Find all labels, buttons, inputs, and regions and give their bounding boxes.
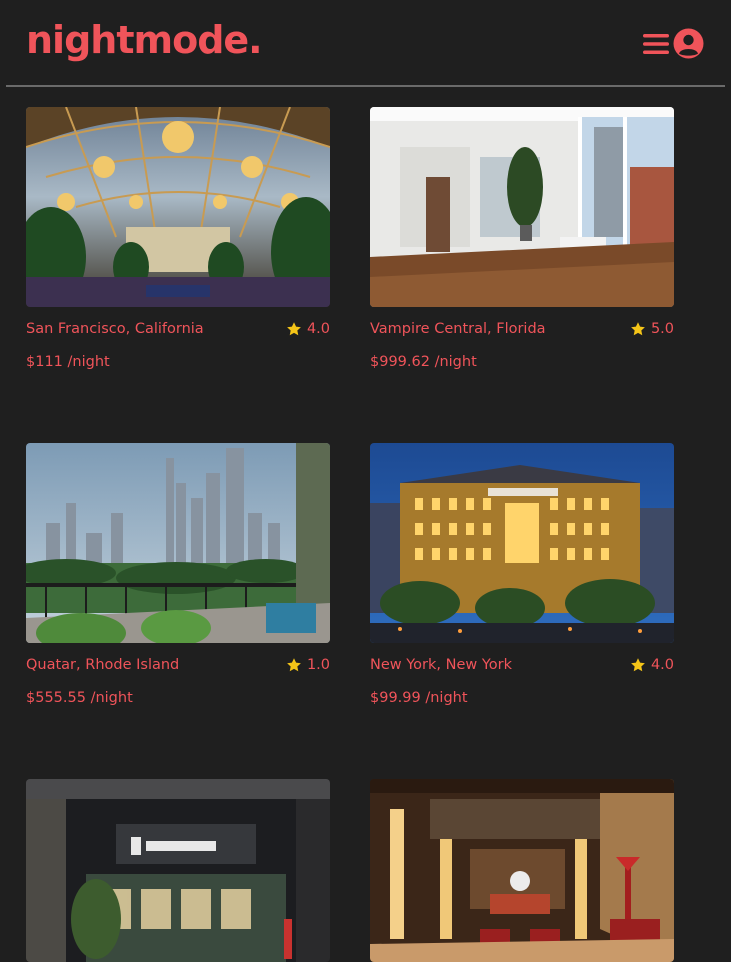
listing-card[interactable] xyxy=(26,779,330,962)
listing-price: $555.55 /night xyxy=(26,690,133,706)
listing-card[interactable]: New York, New York 4.0 $99.99 /night xyxy=(370,443,674,706)
listing-rating: 1.0 xyxy=(286,657,330,673)
listing-header: Quatar, Rhode Island 1.0 xyxy=(26,656,330,674)
rating-value: 4.0 xyxy=(306,321,330,337)
listing-card[interactable]: San Francisco, California 4.0 $111 /nigh… xyxy=(26,107,330,370)
listing-image[interactable] xyxy=(370,107,674,307)
listing-image[interactable] xyxy=(26,779,330,962)
star-icon xyxy=(631,658,645,672)
listing-image[interactable] xyxy=(26,443,330,643)
listing-location[interactable]: Quatar, Rhode Island xyxy=(26,657,179,673)
listing-card[interactable]: Vampire Central, Florida 5.0 $999.62 /ni… xyxy=(370,107,674,370)
listing-card[interactable] xyxy=(370,779,674,962)
listing-header: San Francisco, California 4.0 xyxy=(26,320,330,338)
listing-price: $111 /night xyxy=(26,354,110,370)
star-icon xyxy=(287,322,301,336)
listing-rating: 5.0 xyxy=(630,321,674,337)
star-icon xyxy=(287,658,301,672)
star-icon xyxy=(631,322,645,336)
listing-image[interactable] xyxy=(26,107,330,307)
hamburger-menu-icon[interactable] xyxy=(642,30,670,62)
logo[interactable]: nightmode. xyxy=(26,16,263,64)
header: nightmode. xyxy=(0,0,731,86)
listing-price: $99.99 /night xyxy=(370,690,468,706)
rating-value: 4.0 xyxy=(650,657,674,673)
user-circle-icon[interactable] xyxy=(673,28,704,63)
listing-location[interactable]: New York, New York xyxy=(370,657,512,673)
rating-value: 1.0 xyxy=(306,657,330,673)
listing-rating: 4.0 xyxy=(286,321,330,337)
listing-image[interactable] xyxy=(370,779,674,962)
header-divider xyxy=(6,85,725,87)
listing-rating: 4.0 xyxy=(630,657,674,673)
listing-header: Vampire Central, Florida 5.0 xyxy=(370,320,674,338)
listing-card[interactable]: Quatar, Rhode Island 1.0 $555.55 /night xyxy=(26,443,330,706)
header-icons xyxy=(642,28,704,63)
listing-price: $999.62 /night xyxy=(370,354,477,370)
listing-header: New York, New York 4.0 xyxy=(370,656,674,674)
listing-image[interactable] xyxy=(370,443,674,643)
rating-value: 5.0 xyxy=(650,321,674,337)
listing-location[interactable]: San Francisco, California xyxy=(26,321,204,337)
listing-location[interactable]: Vampire Central, Florida xyxy=(370,321,546,337)
